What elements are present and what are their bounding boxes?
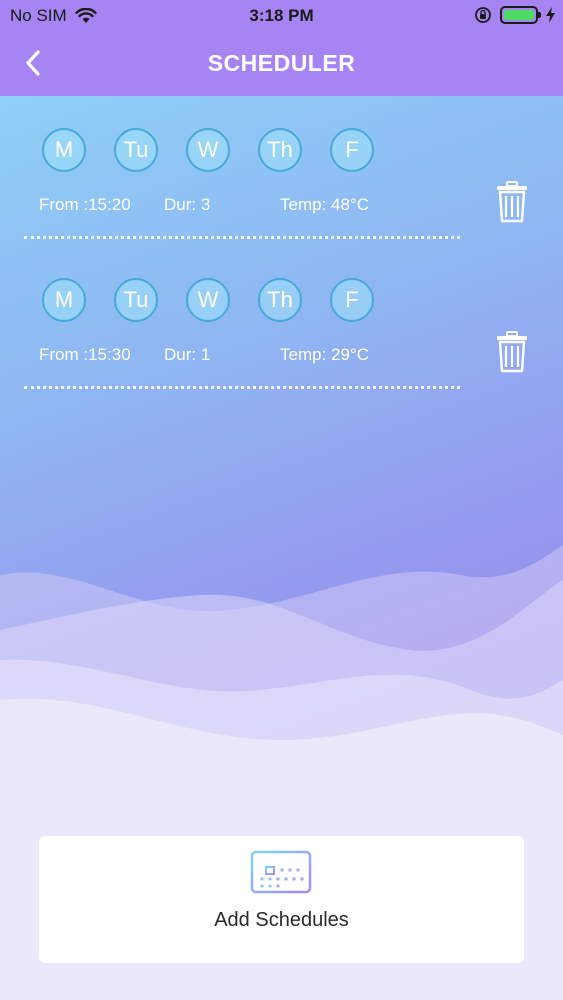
day-wednesday[interactable]: W [186, 278, 230, 322]
delete-schedule-button[interactable] [494, 330, 530, 374]
divider [24, 386, 460, 389]
day-friday[interactable]: F [330, 128, 374, 172]
temperature: Temp: 48°C [280, 195, 370, 214]
start-time: From :15:20 [39, 195, 131, 214]
battery-fill [504, 10, 534, 20]
calendar-icon [250, 846, 312, 894]
charging-bolt-icon [546, 7, 555, 23]
nav-bar: SCHEDULER [0, 32, 563, 96]
day-friday[interactable]: F [330, 278, 374, 322]
page-title: SCHEDULER [207, 50, 356, 76]
day-monday[interactable]: M [42, 278, 86, 322]
scheduler-screen: No SIM 3:18 PM SCHEDULER M Tu W Th F Fro… [0, 0, 563, 1000]
schedule-item-1: M Tu W Th F From :15:20 Dur: 3 Temp: 48°… [0, 96, 563, 246]
day-wednesday[interactable]: W [186, 128, 230, 172]
day-thursday[interactable]: Th [258, 128, 302, 172]
orientation-lock-icon [475, 7, 491, 23]
add-schedules-button[interactable]: Add Schedules [39, 836, 524, 963]
day-tuesday[interactable]: Tu [114, 128, 158, 172]
start-time: From :15:30 [39, 345, 131, 364]
status-right [474, 6, 555, 24]
day-thursday[interactable]: Th [258, 278, 302, 322]
schedule-item-2: M Tu W Th F From :15:30 Dur: 1 Temp: 29°… [0, 246, 563, 396]
divider [24, 236, 460, 239]
temperature: Temp: 29°C [280, 345, 370, 364]
status-bar: No SIM 3:18 PM [0, 0, 563, 32]
trash-icon [497, 181, 527, 223]
battery-icon [500, 6, 541, 24]
duration: Dur: 1 [164, 345, 211, 364]
delete-schedule-button[interactable] [494, 180, 530, 224]
day-selector: M Tu W Th F [42, 128, 374, 172]
duration: Dur: 3 [164, 195, 211, 214]
day-selector: M Tu W Th F [42, 278, 374, 322]
add-schedules-label: Add Schedules [214, 909, 349, 931]
trash-icon [497, 331, 527, 373]
day-monday[interactable]: M [42, 128, 86, 172]
day-tuesday[interactable]: Tu [114, 278, 158, 322]
